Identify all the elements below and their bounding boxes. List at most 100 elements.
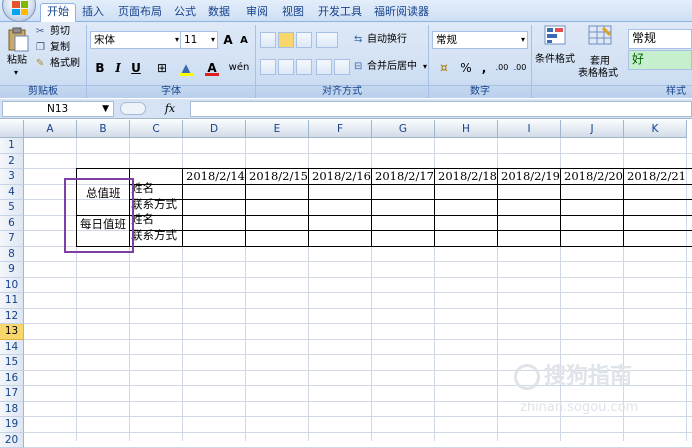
cell-date-header[interactable]: 2018/2/20 [564,169,623,184]
styles-group-label: 样式 [532,85,692,98]
wrap-icon: ⇆ [354,33,362,47]
cell-date-header[interactable]: 2018/2/16 [312,169,371,184]
tab-insert[interactable]: 插入 [80,4,106,21]
row-header-18[interactable]: 18 [0,402,24,418]
wrap-text-button[interactable]: ⇆ 自动换行 [354,32,414,48]
row-header-6[interactable]: 6 [0,216,24,232]
row-header-12[interactable]: 12 [0,309,24,325]
row-header-19[interactable]: 19 [0,417,24,433]
cell-date-header[interactable]: 2018/2/21 [627,169,686,184]
tab-developer[interactable]: 开发工具 [316,4,364,21]
phonetic-button[interactable]: wén [228,59,250,77]
tab-data[interactable]: 数据 [206,4,232,21]
row-header-3[interactable]: 3 [0,169,24,185]
font-color-button[interactable]: A [202,59,222,77]
table-border [76,215,692,216]
column-header-g[interactable]: G [372,120,435,138]
grow-font-button[interactable]: A [220,31,236,49]
cell-date-header[interactable]: 2018/2/15 [249,169,308,184]
row-header-11[interactable]: 11 [0,293,24,309]
paste-icon [6,26,30,52]
office-button[interactable] [2,0,36,22]
tab-formulas[interactable]: 公式 [172,4,198,21]
row-header-10[interactable]: 10 [0,278,24,294]
percent-button[interactable]: % [458,59,474,77]
column-header-c[interactable]: C [130,120,183,138]
table-border [76,246,692,247]
number-format-select[interactable]: 常规▾ [432,31,528,49]
align-right-button[interactable] [296,59,312,75]
row-header-4[interactable]: 4 [0,185,24,201]
tab-page-layout[interactable]: 页面布局 [116,4,164,21]
align-left-button[interactable] [260,59,276,75]
gridline [24,323,692,324]
gridline [24,354,692,355]
increase-decimal-button[interactable]: .00 [494,59,510,77]
formula-collapse-handle[interactable] [120,102,146,115]
style-good[interactable]: 好 [628,50,692,70]
column-header-h[interactable]: H [435,120,498,138]
column-header-i[interactable]: I [498,120,561,138]
align-center-button[interactable] [278,59,294,75]
row-header-15[interactable]: 15 [0,355,24,371]
font-name-select[interactable]: 宋体▾ [90,31,182,49]
underline-button[interactable]: U [128,59,144,77]
orientation-button[interactable] [316,32,338,48]
column-header-a[interactable]: A [24,120,77,138]
comma-button[interactable]: , [476,59,492,77]
cell-date-header[interactable]: 2018/2/18 [438,169,497,184]
clipboard-group-label: 剪贴板 [0,85,86,98]
row-header-13[interactable]: 13 [0,324,24,340]
font-size-select[interactable]: 11▾ [180,31,218,49]
bold-button[interactable]: B [92,59,108,77]
tab-home[interactable]: 开始 [40,3,76,23]
row-header-2[interactable]: 2 [0,154,24,170]
format-as-table-button[interactable]: 套用 表格格式 [578,25,624,81]
row-header-17[interactable]: 17 [0,386,24,402]
border-icon: ⊞ [157,61,167,75]
tab-foxit-reader[interactable]: 福昕阅读器 [372,4,431,21]
row-header-9[interactable]: 9 [0,262,24,278]
merge-center-button[interactable]: ⊟ 合并后居中 ▾ [354,59,430,75]
cell-date-header[interactable]: 2018/2/17 [375,169,434,184]
tab-review[interactable]: 审阅 [244,4,270,21]
row-header-7[interactable]: 7 [0,231,24,247]
conditional-format-button[interactable]: 条件格式 [536,25,576,81]
column-header-k[interactable]: K [624,120,687,138]
row-header-20[interactable]: 20 [0,433,24,448]
worksheet-grid[interactable]: ABCDEFGHIJK 1234567891011121314151617181… [0,120,692,441]
align-bottom-button[interactable] [296,32,312,48]
table-border [308,168,309,247]
cell-date-header[interactable]: 2018/2/19 [501,169,560,184]
align-middle-button[interactable] [278,32,294,48]
column-header-e[interactable]: E [246,120,309,138]
border-button[interactable]: ⊞ [152,59,172,77]
increase-indent-button[interactable] [334,59,350,75]
currency-button[interactable]: ¤ [434,59,454,77]
select-all-corner[interactable] [0,120,24,138]
column-header-j[interactable]: J [561,120,624,138]
italic-button[interactable]: I [110,59,126,77]
row-header-14[interactable]: 14 [0,340,24,356]
highlight-annotation-box [64,178,134,253]
row-header-5[interactable]: 5 [0,200,24,216]
style-normal[interactable]: 常规 [628,29,692,49]
insert-function-icon[interactable]: fx [150,101,190,117]
fill-color-button[interactable]: ▲ [176,59,196,77]
column-header-f[interactable]: F [309,120,372,138]
paste-button[interactable]: 粘贴 ▾ [4,26,32,80]
column-header-d[interactable]: D [183,120,246,138]
formula-input[interactable] [190,101,692,117]
row-header-8[interactable]: 8 [0,247,24,263]
decrease-indent-button[interactable] [316,59,332,75]
chevron-down-icon: ▾ [423,60,427,74]
row-header-16[interactable]: 16 [0,371,24,387]
shrink-font-button[interactable]: A [236,32,252,50]
column-header-b[interactable]: B [77,120,130,138]
name-box[interactable]: N13▼ [2,101,114,117]
decrease-decimal-button[interactable]: .00 [512,59,528,77]
cell-date-header[interactable]: 2018/2/14 [186,169,245,184]
align-top-button[interactable] [260,32,276,48]
tab-view[interactable]: 视图 [280,4,306,21]
row-header-1[interactable]: 1 [0,138,24,154]
